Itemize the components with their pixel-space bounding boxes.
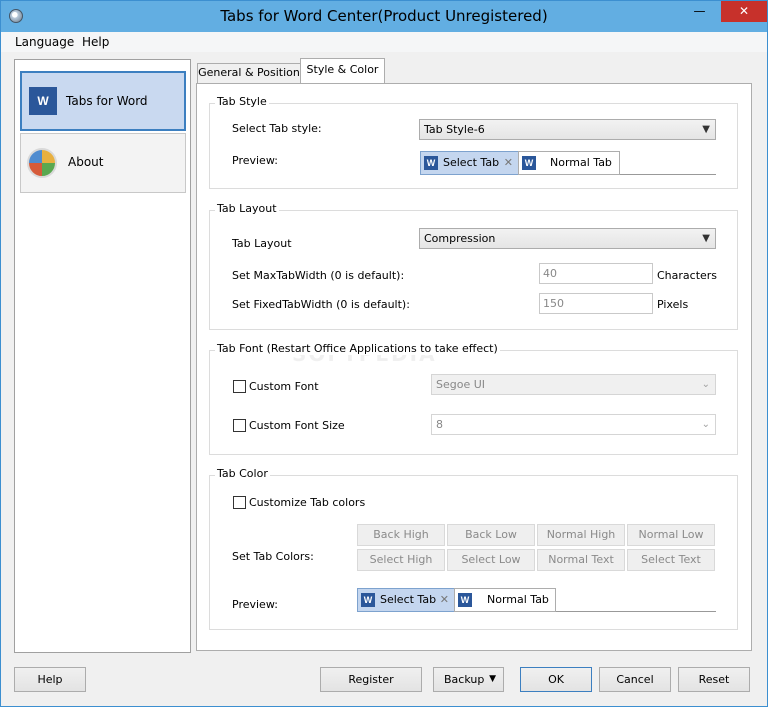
group-tab-color: Tab Color Customize Tab colors Set Tab C… [209, 467, 738, 630]
backup-button-label: Backup [444, 673, 485, 686]
select-text-button[interactable]: Select Text [627, 549, 715, 571]
window-title: Tabs for Word Center(Product Unregistere… [220, 7, 548, 25]
sidebar-item-label: Tabs for Word [66, 94, 148, 108]
tab-layout-select[interactable]: Compression ▼ [419, 228, 716, 249]
close-icon: ✕ [503, 156, 513, 169]
chevron-down-icon: ▼ [702, 233, 710, 244]
word-icon: W [458, 593, 472, 607]
chevron-down-icon: ⌄ [701, 419, 710, 430]
preview-normal-tab: W Normal Tab [454, 588, 556, 612]
group-tab-layout: Tab Layout Tab Layout Compression ▼ Set … [209, 202, 738, 330]
max-tab-width-label: Set MaxTabWidth (0 is default): [232, 269, 405, 282]
custom-font-size-checkbox[interactable] [233, 419, 246, 432]
close-button[interactable]: ✕ [721, 1, 767, 22]
custom-font-size-label: Custom Font Size [249, 419, 345, 432]
customize-tab-colors-checkbox[interactable] [233, 496, 246, 509]
preview-label: Preview: [232, 154, 278, 167]
tab-style-color[interactable]: Style & Color [300, 58, 385, 83]
preview-normal-tab: W Normal Tab [518, 151, 620, 175]
group-title: Tab Style [215, 95, 269, 108]
minimize-button[interactable]: — [686, 1, 713, 22]
back-low-button[interactable]: Back Low [447, 524, 535, 546]
sidebar-item-label: About [68, 155, 104, 169]
preview-label: Preview: [232, 598, 278, 611]
tab-style-select-value: Tab Style-6 [424, 123, 485, 136]
app-window: Tabs for Word Center(Product Unregistere… [0, 0, 768, 707]
custom-font-label: Custom Font [249, 380, 319, 393]
normal-text-button[interactable]: Normal Text [537, 549, 625, 571]
sidebar-item-about[interactable]: About [20, 133, 186, 193]
preview-selected-tab: W Select Tab ✕ [357, 588, 455, 612]
word-icon: W [424, 156, 438, 170]
menu-language[interactable]: Language [15, 35, 74, 49]
select-low-button[interactable]: Select Low [447, 549, 535, 571]
word-icon: W [29, 87, 57, 115]
close-icon: ✕ [439, 593, 449, 606]
word-icon: W [522, 156, 536, 170]
font-select[interactable]: Segoe UI ⌄ [431, 374, 716, 395]
preview-selected-label: Select Tab [443, 156, 500, 169]
tab-style-select[interactable]: Tab Style-6 ▼ [419, 119, 716, 140]
preview-selected-label: Select Tab [380, 593, 437, 606]
dropdown-arrow-icon: ▼ [489, 674, 496, 684]
select-high-button[interactable]: Select High [357, 549, 445, 571]
cancel-button[interactable]: Cancel [599, 667, 671, 692]
max-tab-width-input[interactable]: 40 [539, 263, 653, 284]
normal-low-button[interactable]: Normal Low [627, 524, 715, 546]
max-tab-width-unit: Characters [657, 269, 718, 282]
group-title: Tab Font (Restart Office Applications to… [215, 342, 500, 355]
chevron-down-icon: ⌄ [701, 379, 710, 390]
group-tab-style: Tab Style Select Tab style: Tab Style-6 … [209, 95, 738, 189]
word-icon: W [361, 593, 375, 607]
sidebar-item-tabs-for-word[interactable]: W Tabs for Word [20, 71, 186, 131]
set-tab-colors-label: Set Tab Colors: [232, 550, 314, 563]
reset-button[interactable]: Reset [678, 667, 750, 692]
select-tab-style-label: Select Tab style: [232, 122, 322, 135]
fixed-tab-width-unit: Pixels [657, 298, 689, 311]
sidebar: W Tabs for Word About [14, 59, 191, 653]
group-title: Tab Color [215, 467, 270, 480]
title-bar[interactable]: Tabs for Word Center(Product Unregistere… [1, 1, 767, 32]
fixed-tab-width-label: Set FixedTabWidth (0 is default): [232, 298, 410, 311]
fixed-tab-width-input[interactable]: 150 [539, 293, 653, 314]
backup-button[interactable]: Backup ▼ [433, 667, 504, 692]
tab-layout-label: Tab Layout [232, 237, 292, 250]
register-button[interactable]: Register [320, 667, 422, 692]
back-high-button[interactable]: Back High [357, 524, 445, 546]
customize-tab-colors-label: Customize Tab colors [249, 496, 366, 509]
help-button[interactable]: Help [14, 667, 86, 692]
chevron-down-icon: ▼ [702, 124, 710, 135]
font-select-value: Segoe UI [436, 378, 486, 391]
menu-help[interactable]: Help [82, 35, 109, 49]
font-size-select[interactable]: 8 ⌄ [431, 414, 716, 435]
preview-normal-label: Normal Tab [487, 593, 549, 606]
tab-general-position[interactable]: General & Position [197, 63, 301, 83]
group-title: Tab Layout [215, 202, 279, 215]
normal-high-button[interactable]: Normal High [537, 524, 625, 546]
preview-normal-label: Normal Tab [550, 156, 612, 169]
tab-layout-select-value: Compression [424, 232, 496, 245]
custom-font-checkbox[interactable] [233, 380, 246, 393]
about-icon [27, 148, 57, 178]
ok-button[interactable]: OK [520, 667, 592, 692]
menu-bar: Language Help [1, 32, 767, 52]
font-size-select-value: 8 [436, 418, 443, 431]
preview-selected-tab: W Select Tab ✕ [420, 151, 519, 175]
group-tab-font: Tab Font (Restart Office Applications to… [209, 342, 738, 455]
tab-panel-style-color: SOFTPEDIA Tab Style Select Tab style: Ta… [196, 83, 752, 651]
